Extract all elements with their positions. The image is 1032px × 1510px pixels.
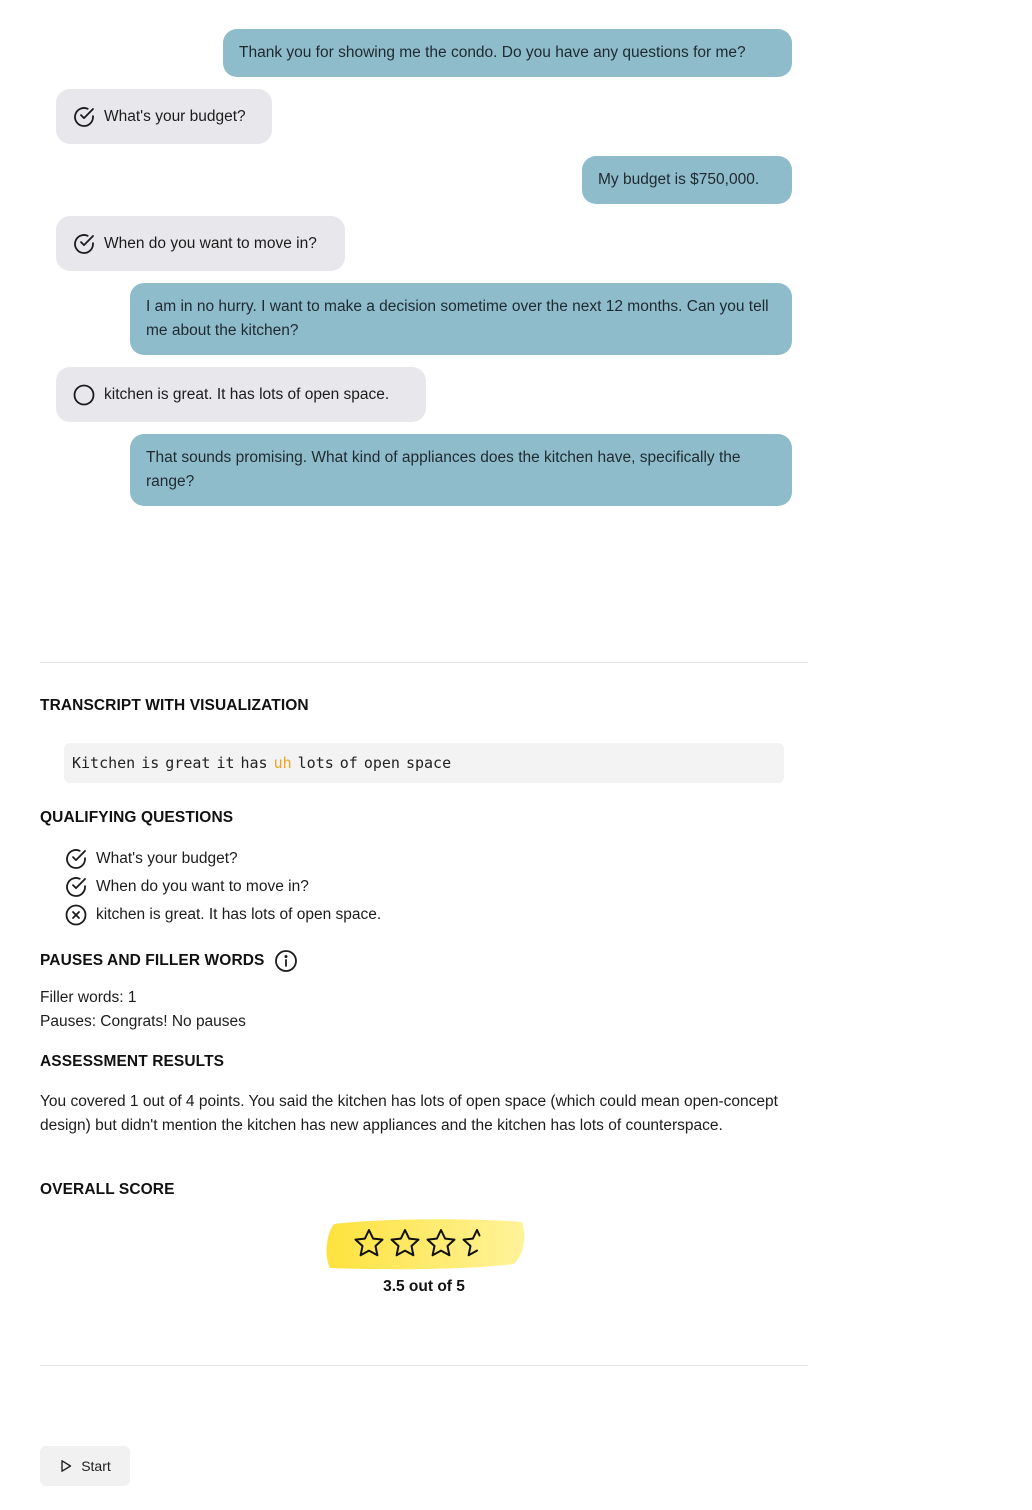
chat-message-user: I am in no hurry. I want to make a decis…	[130, 283, 792, 355]
question-text: kitchen is great. It has lots of open sp…	[96, 906, 382, 923]
transcript-word: it	[216, 754, 235, 772]
info-icon[interactable]	[274, 949, 298, 973]
list-item: kitchen is great. It has lots of open sp…	[64, 901, 381, 929]
star-icon	[354, 1229, 384, 1257]
chat-message-bot: kitchen is great. It has lots of open sp…	[56, 367, 426, 422]
x-circle-icon	[64, 903, 88, 927]
question-text: When do you want to move in?	[96, 878, 309, 895]
list-item: What's your budget?	[64, 845, 381, 873]
overall-score-title: OVERALL SCORE	[40, 1181, 175, 1198]
message-text: That sounds promising. What kind of appl…	[146, 449, 741, 490]
question-text: What's your budget?	[96, 850, 238, 867]
score-label: 3.5 out of 5	[383, 1278, 465, 1295]
transcript-title: TRANSCRIPT WITH VISUALIZATION	[40, 697, 309, 714]
check-circle-icon	[72, 232, 96, 256]
qualifying-questions-list: What's your budget? When do you want to …	[64, 845, 381, 929]
pauses-result: Pauses: Congrats! No pauses	[40, 1013, 246, 1030]
message-text: kitchen is great. It has lots of open sp…	[104, 385, 390, 403]
divider	[40, 662, 808, 663]
message-text: What's your budget?	[104, 107, 246, 125]
transcript-word: great	[165, 754, 211, 772]
assessment-title: ASSESSMENT RESULTS	[40, 1053, 225, 1070]
half-star-icon	[462, 1229, 481, 1257]
transcript-word: open	[363, 754, 400, 772]
stars-row	[352, 1227, 494, 1261]
qualifying-questions-title: QUALIFYING QUESTIONS	[40, 809, 234, 826]
chat-message-user: Thank you for showing me the condo. Do y…	[223, 29, 792, 77]
transcript-word: of	[339, 754, 358, 772]
star-rating	[324, 1218, 526, 1270]
empty-circle-icon	[72, 383, 96, 407]
message-text: Thank you for showing me the condo. Do y…	[239, 44, 746, 61]
chat-message-bot: When do you want to move in?	[56, 216, 345, 271]
chat-message-bot: What's your budget?	[56, 89, 272, 144]
assessment-text: You covered 1 out of 4 points. You said …	[40, 1093, 778, 1134]
chat-message-user: That sounds promising. What kind of appl…	[130, 434, 792, 506]
transcript-word: space	[405, 754, 452, 772]
play-icon	[59, 1459, 73, 1473]
check-circle-icon	[64, 875, 88, 899]
start-button-label: Start	[81, 1458, 111, 1474]
list-item: When do you want to move in?	[64, 873, 381, 901]
transcript-box: Kitchen is great it has uh lots of open space	[64, 743, 784, 783]
message-text: I am in no hurry. I want to make a decis…	[146, 298, 769, 339]
message-text: My budget is $750,000.	[598, 171, 760, 188]
star-icon	[426, 1229, 456, 1257]
message-text: When do you want to move in?	[104, 234, 317, 252]
filler-words-count: Filler words: 1	[40, 989, 137, 1006]
divider	[40, 1365, 808, 1366]
transcript-word: Kitchen	[72, 754, 136, 772]
star-icon	[390, 1229, 420, 1257]
check-circle-icon	[72, 105, 96, 129]
filler-word: uh	[273, 754, 292, 772]
start-button[interactable]: Start	[40, 1446, 130, 1486]
pauses-title-text: PAUSES AND FILLER WORDS	[40, 952, 265, 969]
check-circle-icon	[64, 847, 88, 871]
transcript-word: has	[240, 754, 268, 772]
transcript-word: lots	[297, 754, 334, 772]
transcript-word: is	[141, 754, 160, 772]
pauses-title: PAUSES AND FILLER WORDS	[40, 949, 298, 973]
chat-message-user: My budget is $750,000.	[582, 156, 792, 204]
